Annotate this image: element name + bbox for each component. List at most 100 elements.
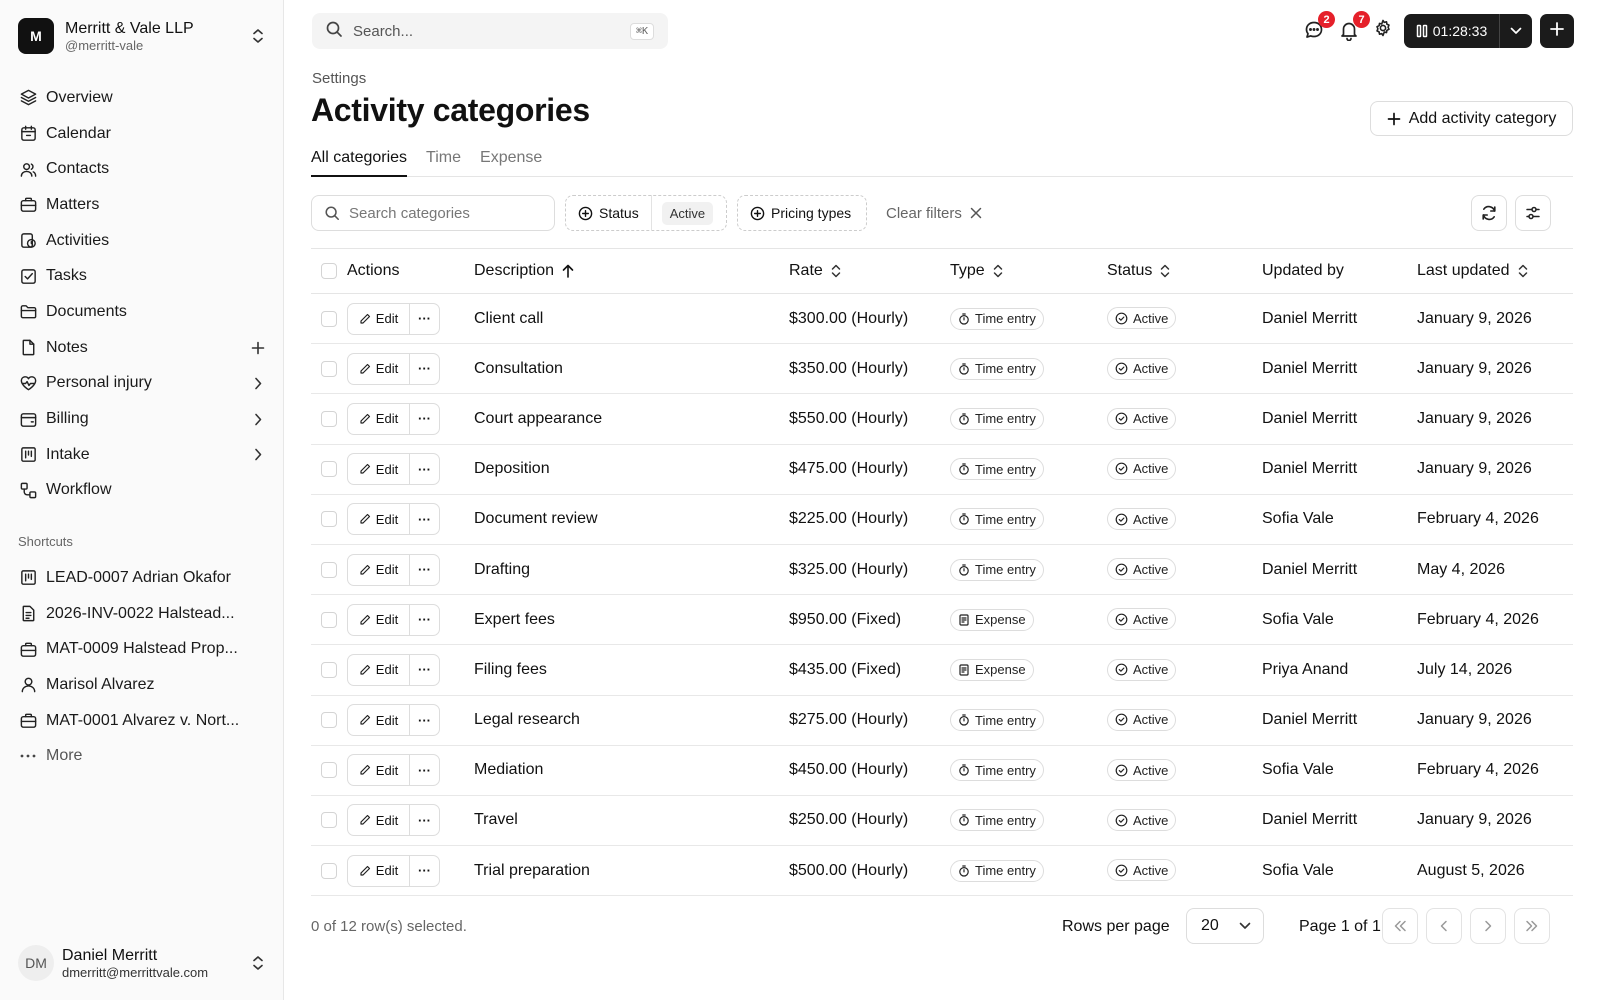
timer-icon (958, 865, 970, 877)
search-icon (325, 206, 339, 220)
timer-toggle-button[interactable]: 01:28:33 (1404, 14, 1500, 48)
add-activity-category-button[interactable]: Add activity category (1370, 101, 1573, 136)
last-page-button[interactable] (1514, 908, 1550, 944)
category-search-input[interactable]: Search categories (311, 195, 555, 231)
shortcut-item[interactable]: MAT-0001 Alvarez v. Nort... (12, 703, 272, 739)
col-rate-sort[interactable]: Rate (789, 262, 950, 280)
sidebar-item-label: Matters (46, 195, 100, 213)
sidebar-item-workflow[interactable]: Workflow (12, 473, 272, 509)
rows-per-page-select[interactable]: 20 (1186, 908, 1264, 944)
edit-button[interactable]: Edit (348, 554, 410, 585)
user-menu[interactable]: DM Daniel Merritt dmerritt@merrittvale.c… (18, 940, 268, 986)
row-checkbox[interactable] (321, 762, 337, 779)
shortcut-item[interactable]: 2026-INV-0022 Halstead... (12, 596, 272, 632)
settings-button[interactable] (1373, 18, 1393, 42)
row-checkbox[interactable] (321, 862, 337, 879)
user-email: dmerritt@merrittvale.com (62, 964, 209, 980)
sidebar-item-matters[interactable]: Matters (12, 187, 272, 223)
more-horizontal-icon: ··· (418, 612, 431, 628)
row-checkbox[interactable] (321, 661, 337, 678)
edit-button[interactable]: Edit (348, 705, 410, 736)
sidebar-item-overview[interactable]: Overview (12, 80, 272, 116)
sidebar-item-personal-injury[interactable]: Personal injury (12, 366, 272, 402)
row-checkbox[interactable] (321, 561, 337, 578)
tab-time[interactable]: Time (426, 147, 461, 177)
row-checkbox[interactable] (321, 360, 337, 377)
quick-add-button[interactable] (1540, 14, 1574, 48)
row-more-button[interactable]: ··· (410, 805, 439, 835)
table-row: Edit ··· Filing fees $435.00 (Fixed) Expense… (311, 645, 1573, 696)
row-more-button[interactable]: ··· (410, 404, 439, 434)
view-settings-button[interactable] (1515, 195, 1551, 231)
shortcuts-more[interactable]: More (12, 738, 272, 774)
messages-button[interactable]: 2 (1303, 11, 1335, 42)
col-type-sort[interactable]: Type (950, 262, 1107, 280)
status-label: Active (1133, 411, 1169, 427)
sidebar: M Merritt & Vale LLP @merritt-vale Overv… (0, 0, 284, 1000)
edit-button[interactable]: Edit (348, 303, 410, 334)
first-page-button[interactable] (1382, 908, 1418, 944)
row-more-button[interactable]: ··· (410, 304, 439, 334)
row-checkbox[interactable] (321, 461, 337, 478)
org-switcher[interactable]: M Merritt & Vale LLP @merritt-vale (18, 16, 268, 56)
status-label: Active (1133, 561, 1169, 577)
shortcut-item[interactable]: Marisol Alvarez (12, 667, 272, 703)
edit-button[interactable]: Edit (348, 755, 410, 786)
sidebar-item-tasks[interactable]: Tasks (12, 258, 272, 294)
edit-button[interactable]: Edit (348, 604, 410, 635)
tab-all-categories[interactable]: All categories (311, 147, 408, 177)
sidebar-item-notes[interactable]: Notes (12, 330, 272, 366)
sidebar-item-calendar[interactable]: Calendar (12, 116, 272, 152)
status-filter[interactable]: Status Active (565, 195, 727, 231)
sidebar-item-activities[interactable]: Activities (12, 223, 272, 259)
edit-button[interactable]: Edit (348, 504, 410, 535)
sidebar-item-contacts[interactable]: Contacts (12, 151, 272, 187)
row-more-button[interactable]: ··· (410, 856, 439, 886)
sidebar-item-label: Contacts (46, 160, 110, 178)
edit-button[interactable]: Edit (348, 353, 410, 384)
edit-button[interactable]: Edit (348, 654, 410, 685)
edit-button[interactable]: Edit (348, 454, 410, 485)
row-checkbox[interactable] (321, 712, 337, 729)
row-actions: Edit ··· (347, 453, 440, 486)
next-page-button[interactable] (1470, 908, 1506, 944)
row-more-button[interactable]: ··· (410, 454, 439, 484)
row-more-button[interactable]: ··· (410, 354, 439, 384)
refresh-button[interactable] (1471, 195, 1507, 231)
row-more-button[interactable]: ··· (410, 504, 439, 534)
shortcut-item[interactable]: MAT-0009 Halstead Prop... (12, 631, 272, 667)
row-checkbox[interactable] (321, 812, 337, 829)
plus-icon[interactable] (248, 338, 268, 358)
row-more-button[interactable]: ··· (410, 655, 439, 685)
row-checkbox[interactable] (321, 410, 337, 427)
timer-dropdown-button[interactable] (1500, 14, 1532, 48)
col-status-sort[interactable]: Status (1107, 262, 1262, 280)
edit-button[interactable]: Edit (348, 855, 410, 886)
edit-button[interactable]: Edit (348, 403, 410, 434)
select-all-checkbox[interactable] (321, 263, 337, 279)
type-label: Time entry (975, 311, 1036, 327)
type-badge: Time entry (950, 508, 1044, 531)
notifications-button[interactable]: 7 (1338, 11, 1370, 42)
sidebar-item-intake[interactable]: Intake (12, 437, 272, 473)
row-more-button[interactable]: ··· (410, 705, 439, 735)
col-last-updated-sort[interactable]: Last updated (1417, 262, 1573, 280)
type-badge: Time entry (950, 809, 1044, 832)
col-description-sort[interactable]: Description (474, 262, 789, 280)
breadcrumb[interactable]: Settings (312, 70, 366, 87)
edit-button[interactable]: Edit (348, 805, 410, 836)
row-more-button[interactable]: ··· (410, 555, 439, 585)
pricing-types-filter[interactable]: Pricing types (737, 195, 867, 231)
row-more-button[interactable]: ··· (410, 755, 439, 785)
sidebar-item-documents[interactable]: Documents (12, 294, 272, 330)
global-search[interactable]: Search... ⌘K (312, 13, 668, 49)
tab-expense[interactable]: Expense (480, 147, 542, 177)
row-checkbox[interactable] (321, 611, 337, 628)
row-more-button[interactable]: ··· (410, 605, 439, 635)
clear-filters-button[interactable]: Clear filters (886, 195, 982, 231)
row-checkbox[interactable] (321, 310, 337, 327)
shortcut-item[interactable]: LEAD-0007 Adrian Okafor (12, 560, 272, 596)
row-checkbox[interactable] (321, 511, 337, 528)
previous-page-button[interactable] (1426, 908, 1462, 944)
sidebar-item-billing[interactable]: Billing (12, 401, 272, 437)
